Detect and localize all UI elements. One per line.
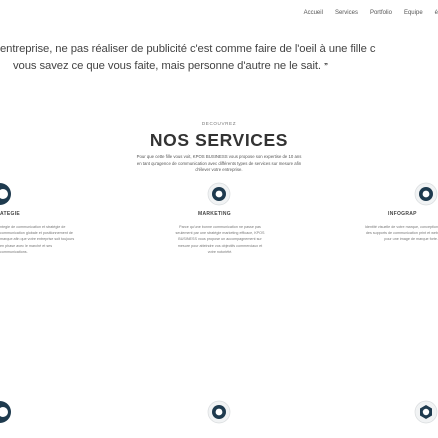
circle-chat-icon xyxy=(207,182,231,206)
quote-line-1: entreprise, ne pas réaliser de publicité… xyxy=(0,43,376,55)
nav-item-services[interactable]: Services xyxy=(335,10,358,16)
service-desc-strategie: ntegie de communication et stratégie de … xyxy=(0,225,75,254)
quote-line-2: vous savez ce que vous faite, mais perso… xyxy=(13,58,328,75)
service-label-infographie: INFOGRAP xyxy=(388,211,417,217)
partial-dark-icon xyxy=(0,182,12,206)
partial-dark-icon-2 xyxy=(0,400,12,424)
quote-line-2-text: vous savez ce que vous faite, mais perso… xyxy=(13,60,321,72)
service-desc-infographie: Identité visuelle de votre marque, conce… xyxy=(364,225,438,242)
service-desc-marketing: Parce qu'une bonne communication ne pass… xyxy=(175,225,265,254)
service-label-marketing: MARKETING xyxy=(198,211,231,217)
quote-close-mark: ” xyxy=(324,62,328,71)
nav-item-accueil[interactable]: Accueil xyxy=(304,10,323,16)
section-title: NOS SERVICES xyxy=(149,130,289,150)
service-label-strategie: ATEGIE xyxy=(0,211,21,217)
circle-hexagon-icon xyxy=(414,400,438,424)
nav-item-portfolio[interactable]: Portfolio xyxy=(370,10,392,16)
circle-target-icon xyxy=(207,400,231,424)
section-intro: Pour que cette fille vous voit, KPOS BUS… xyxy=(136,154,302,173)
circle-badge-icon xyxy=(414,182,438,206)
nav-item-equipe[interactable]: Equipe xyxy=(404,10,423,16)
section-eyebrow: DECOUVREZ xyxy=(201,121,237,126)
top-nav: Accueil Services Portfolio Equipe é xyxy=(304,10,438,16)
nav-item-extra[interactable]: é xyxy=(435,10,438,16)
